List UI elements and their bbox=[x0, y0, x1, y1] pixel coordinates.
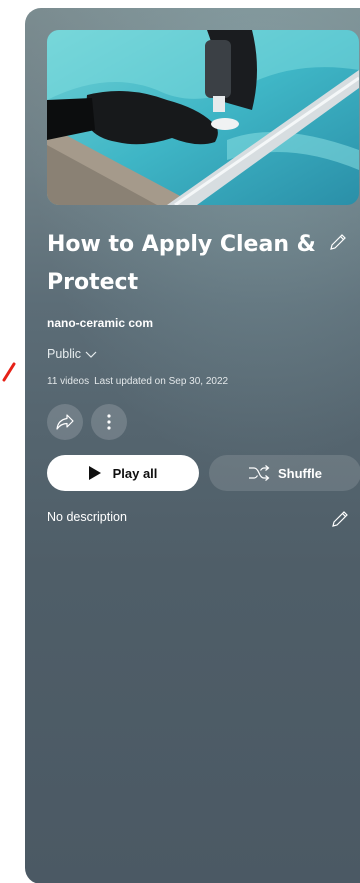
playlist-meta: 11 videos Last updated on Sep 30, 2022 bbox=[47, 376, 228, 387]
play-all-button[interactable]: Play all bbox=[47, 455, 199, 491]
page: How to Apply Clean & Protect nano-cerami… bbox=[0, 0, 360, 883]
last-updated: Last updated on Sep 30, 2022 bbox=[94, 376, 229, 387]
play-all-label: Play all bbox=[112, 465, 158, 481]
privacy-dropdown[interactable]: Public bbox=[47, 347, 97, 361]
share-button[interactable] bbox=[47, 404, 83, 440]
chevron-down-icon bbox=[85, 351, 97, 358]
playlist-description: No description bbox=[47, 510, 127, 524]
shuffle-label: Shuffle bbox=[277, 465, 323, 481]
shuffle-button[interactable]: Shuffle bbox=[209, 455, 360, 491]
playlist-header-panel: How to Apply Clean & Protect nano-cerami… bbox=[25, 8, 360, 883]
annotation-arrow-mark bbox=[2, 362, 16, 382]
play-icon bbox=[88, 466, 101, 480]
more-actions-button[interactable] bbox=[91, 404, 127, 440]
share-icon bbox=[56, 414, 74, 430]
video-count: 11 videos bbox=[47, 376, 90, 387]
playlist-title: How to Apply Clean & Protect bbox=[47, 232, 316, 295]
edit-title-pencil-icon[interactable] bbox=[328, 232, 348, 252]
playlist-thumbnail[interactable] bbox=[47, 30, 359, 205]
edit-description-pencil-icon[interactable] bbox=[330, 509, 350, 529]
more-vertical-icon bbox=[107, 414, 111, 430]
thumbnail-image bbox=[47, 30, 359, 205]
privacy-label: Public bbox=[47, 347, 82, 361]
shuffle-icon bbox=[248, 465, 270, 481]
playlist-owner[interactable]: nano-ceramic com bbox=[47, 316, 153, 330]
